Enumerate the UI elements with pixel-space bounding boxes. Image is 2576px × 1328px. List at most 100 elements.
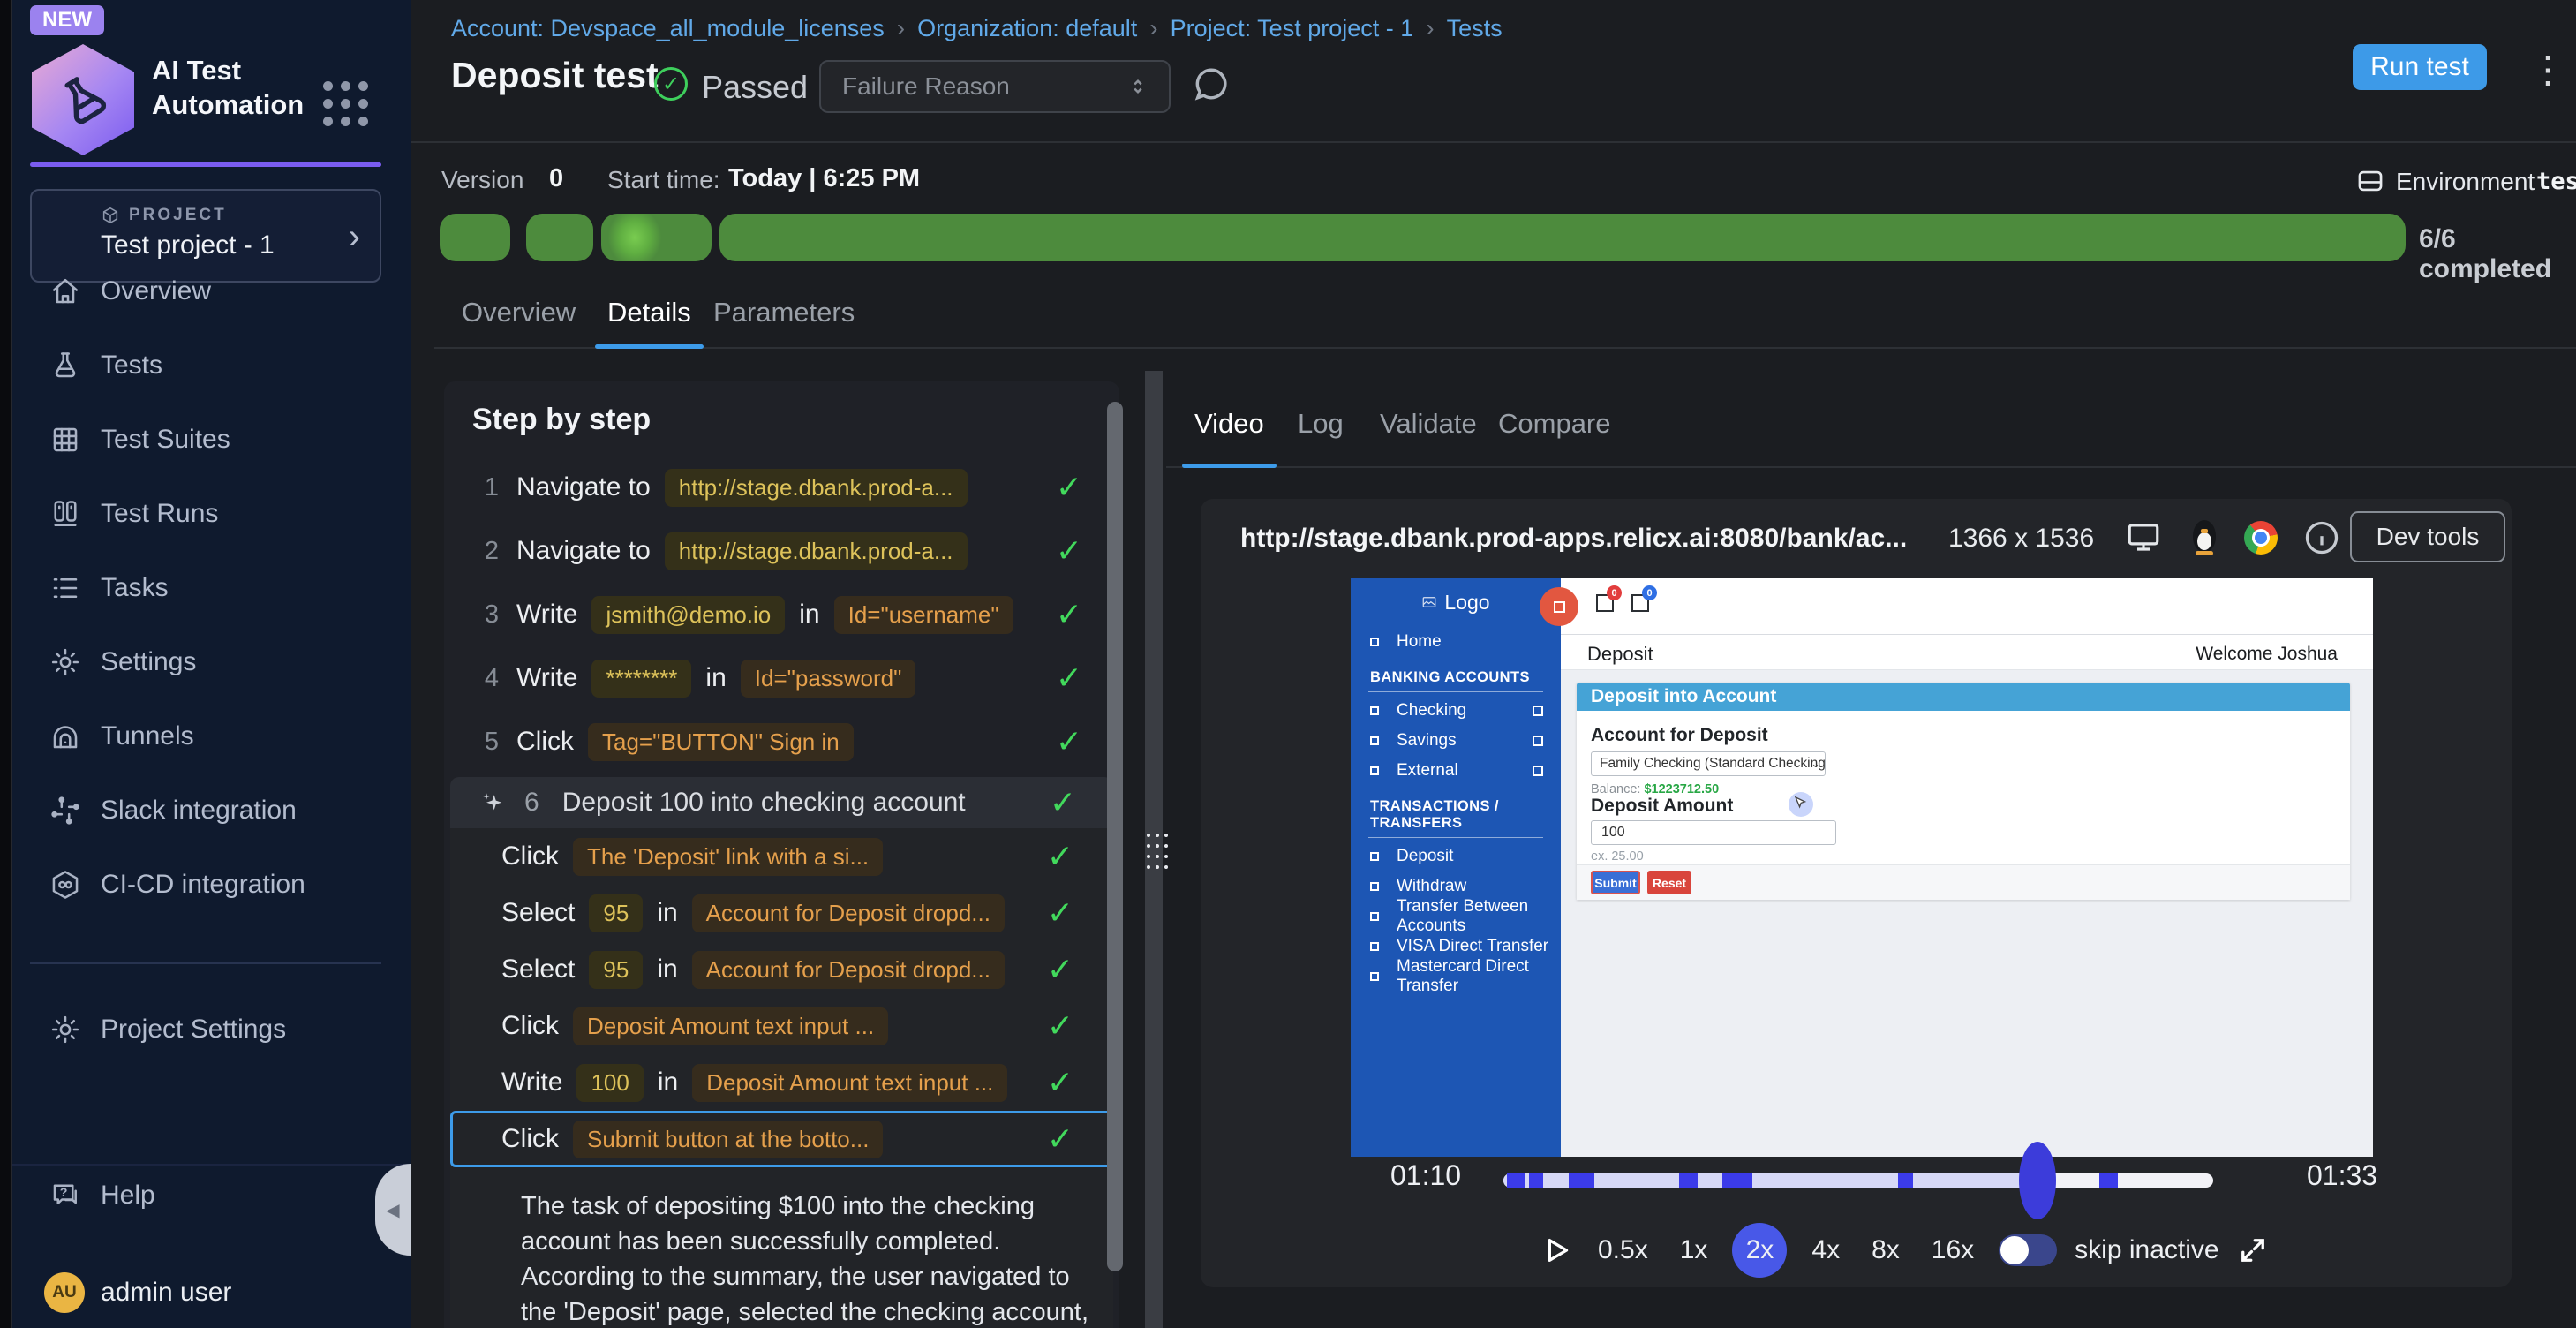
tab-compare[interactable]: Compare [1498,408,1611,440]
step-description: The task of depositing $100 into the che… [521,1188,1093,1328]
failure-reason-select[interactable]: Failure Reason [819,60,1171,113]
window-edge [0,0,12,1328]
step-row[interactable]: Select95inAccount for Deposit dropd...✓ [450,885,1113,941]
comment-icon[interactable] [1191,64,1232,104]
sidebar-item-label: Slack integration [101,796,297,826]
bank-page-title: Deposit [1587,643,1653,666]
progress-segment[interactable] [719,214,2406,261]
step-action: Select [501,954,575,985]
step-row[interactable]: 3Writejsmith@demo.ioinId="username"✓ [444,583,1119,646]
bank-nav-label: VISA Direct Transfer [1397,937,1548,956]
step-row[interactable]: 4Write********inId="password"✓ [444,646,1119,710]
step-action: Click [501,1011,559,1041]
drag-handle-icon[interactable] [1147,834,1168,869]
video-frame[interactable]: Logo Home BANKING ACCOUNTSCheckingSaving… [1351,578,2373,1157]
tabs-underline [434,347,2576,349]
sidebar-divider [30,962,381,964]
environment-value: test [2536,168,2576,195]
tab-parameters[interactable]: Parameters [713,297,855,328]
apps-grid-icon[interactable] [323,81,368,126]
tab-video[interactable]: Video [1194,408,1264,440]
speed-16x[interactable]: 16x [1924,1235,1981,1265]
scrubber-playhead[interactable] [2019,1142,2056,1219]
breadcrumb-link[interactable]: Organization: default [917,15,1137,42]
skip-inactive-label: skip inactive [2075,1235,2218,1265]
sidebar-item-overview[interactable]: Overview [12,254,411,328]
step-row[interactable]: 2Navigate tohttp://stage.dbank.prod-a...… [444,519,1119,583]
sidebar: NEW AI Test Automation PROJECT Test proj… [12,0,411,1328]
step-row[interactable]: Select95inAccount for Deposit dropd...✓ [450,941,1113,998]
steps-scrollbar[interactable] [1107,402,1123,1271]
speed-0-5x[interactable]: 0.5x [1591,1235,1655,1265]
speed-4x[interactable]: 4x [1804,1235,1847,1265]
step-selector-chip: Id="password" [741,660,916,698]
sidebar-item-project-settings[interactable]: Project Settings [12,992,411,1067]
balance-text: Balance: $1223712.50 [1591,782,1719,796]
step-row[interactable]: Write100inDeposit Amount text input ...✓ [450,1054,1113,1111]
scrubber-segment [1679,1173,1698,1188]
bank-welcome: Welcome Joshua [2196,644,2338,665]
step-row[interactable]: ClickThe 'Deposit' link with a si...✓ [450,828,1113,885]
sidebar-item-slack-integration[interactable]: Slack integration [12,773,411,848]
sidebar-item-tunnels[interactable]: Tunnels [12,699,411,773]
skip-inactive-toggle[interactable] [1999,1234,2057,1266]
sidebar-item-test-suites[interactable]: Test Suites [12,403,411,477]
failure-reason-placeholder: Failure Reason [842,72,1010,101]
tab-overview[interactable]: Overview [462,297,576,328]
bank-nav-transfer-between-accounts: Transfer Between Accounts [1351,902,1561,932]
amount-label: Deposit Amount [1591,796,1733,817]
bank-section-title: BANKING ACCOUNTS [1351,657,1561,688]
start-time-label: Start time: [607,166,720,194]
grid-icon [49,424,81,456]
run-test-button[interactable]: Run test [2353,44,2487,90]
version-label: Version [441,166,523,194]
step-row[interactable]: 5ClickTag="BUTTON" Sign in✓ [444,710,1119,773]
completed-count: 6/6 completed [2419,224,2576,284]
breadcrumb-link[interactable]: Tests [1447,15,1503,42]
menu-collapse-icon [1540,587,1578,626]
sidebar-item-help[interactable]: ? Help [12,1158,411,1233]
bank-pagebar: Deposit Welcome Joshua [1561,635,2373,670]
tab-validate[interactable]: Validate [1380,408,1477,440]
tab-details[interactable]: Details [607,297,691,328]
progress-segment[interactable] [526,214,593,261]
progress-segment-active[interactable] [601,214,712,261]
fullscreen-icon[interactable] [2237,1234,2269,1266]
step-value-chip: 95 [589,951,643,989]
video-resolution: 1366 x 1536 [1948,524,2094,554]
kebab-menu-icon[interactable]: ⋮ [2529,48,2566,91]
speed-1x[interactable]: 1x [1673,1235,1715,1265]
sidebar-item-tests[interactable]: Tests [12,328,411,403]
breadcrumb-link[interactable]: Account: Devspace_all_module_licenses [451,15,885,42]
info-icon[interactable] [2302,518,2341,557]
step-row[interactable]: ClickSubmit button at the botto...✓ [450,1111,1113,1167]
sidebar-item-settings[interactable]: Settings [12,625,411,699]
step-action: Write [516,600,577,630]
sidebar-item-test-runs[interactable]: Test Runs [12,477,411,551]
step-row[interactable]: 1Navigate tohttp://stage.dbank.prod-a...… [444,456,1119,519]
sidebar-item-tasks[interactable]: Tasks [12,551,411,625]
video-scrubber[interactable] [1503,1173,2213,1188]
breadcrumb-link[interactable]: Project: Test project - 1 [1171,15,1414,42]
square-bullet-icon [1370,882,1379,891]
cicd-icon [49,869,81,901]
scrubber-segment [1898,1173,1913,1188]
play-icon[interactable] [1538,1233,1573,1268]
tab-log[interactable]: Log [1298,408,1344,440]
sidebar-item-ci-cd-integration[interactable]: CI-CD integration [12,848,411,922]
success-check-icon: ✓ [1056,532,1082,570]
dev-tools-button[interactable]: Dev tools [2350,511,2505,562]
steps-heading: Step by step [472,403,651,437]
speed-8x[interactable]: 8x [1864,1235,1907,1265]
scrubber-segment [1722,1173,1752,1188]
step-row[interactable]: ClickDeposit Amount text input ...✓ [450,998,1113,1054]
flask-icon [49,350,81,381]
step-group-header[interactable]: 6 Deposit 100 into checking account ✓ [450,777,1113,828]
step-action: Navigate to [516,536,651,566]
bank-nav-label: Transfer Between Accounts [1397,897,1561,936]
square-bullet-icon [1370,706,1379,715]
bank-nav-label: Savings [1397,731,1457,751]
user-profile[interactable]: AU admin user [12,1264,411,1321]
speed-2x[interactable]: 2x [1732,1223,1787,1278]
progress-segment[interactable] [440,214,510,261]
